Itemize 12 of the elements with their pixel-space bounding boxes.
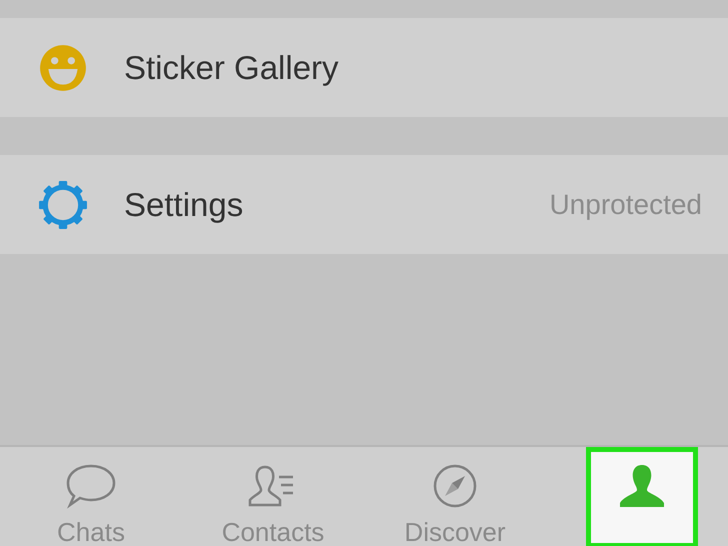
tab[interactable]: Chats [47,447,135,546]
chat-bubble-icon [64,463,117,509]
menu-label: Sticker Gallery [124,48,339,86]
smiley-icon [38,42,88,92]
menu-label: Settings [124,186,244,224]
tab[interactable]: Contacts [212,447,334,546]
settings-icon [38,180,88,230]
tab[interactable]: Discover [394,447,516,546]
status-text: Unprotected [549,188,702,220]
menu-item[interactable]: Sticker Gallery [0,18,728,117]
tab[interactable] [586,447,698,546]
menu-item[interactable]: Settings Unprotected [0,155,728,254]
